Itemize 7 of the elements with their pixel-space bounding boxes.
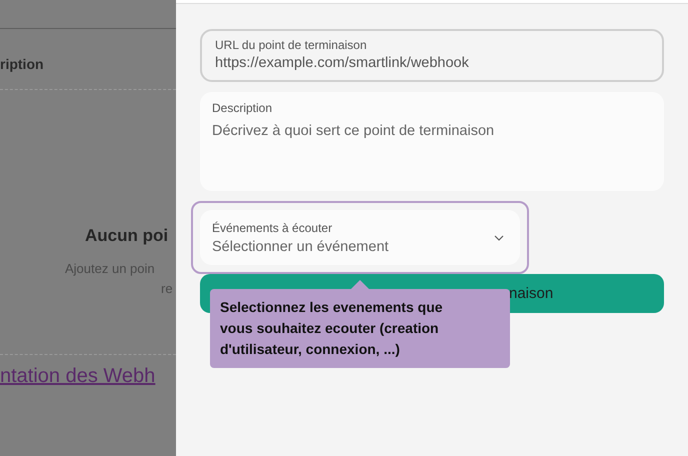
url-field[interactable]: URL du point de terminaison https://example.com/smartlink/webhook — [200, 29, 664, 82]
description-field[interactable]: Description Décrivez à quoi sert ce point de terminaison — [200, 92, 664, 191]
events-select[interactable]: Événements à écouter Sélectionner un événement — [200, 210, 520, 265]
column-heading: ription — [0, 56, 45, 72]
empty-state-title: Aucun poi — [85, 226, 170, 246]
tooltip: Selectionnez les evenements que vous souhaitez ecouter (creation d'utilisateur, connexion, ...) — [210, 289, 510, 368]
chevron-down-icon — [494, 234, 504, 240]
